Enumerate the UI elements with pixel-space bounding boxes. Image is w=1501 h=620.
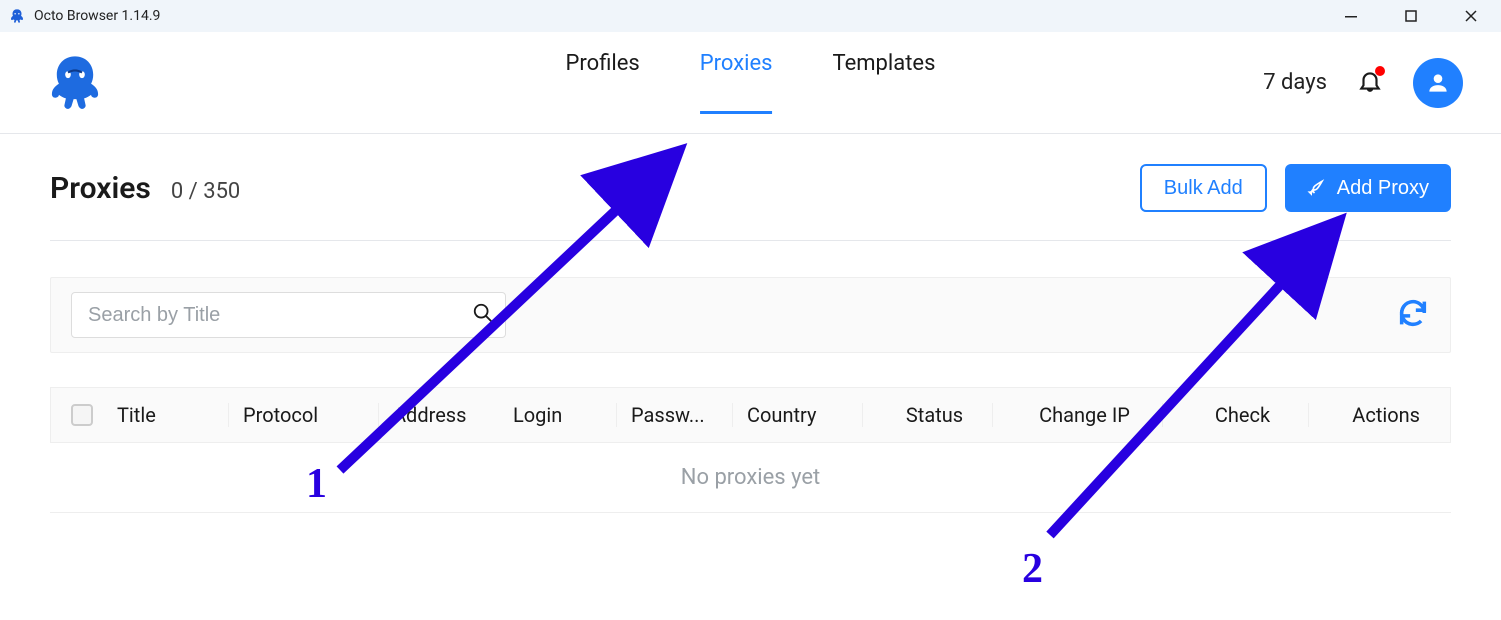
refresh-button[interactable] (1396, 296, 1430, 334)
nav-tab-profiles[interactable]: Profiles (566, 51, 640, 114)
bulk-add-label: Bulk Add (1164, 177, 1243, 200)
annotation-arrow-1 (320, 130, 700, 490)
column-header-title[interactable]: Title (117, 403, 229, 427)
window-maximize-button[interactable] (1381, 0, 1441, 32)
app-logo (40, 48, 110, 118)
annotation-label-2: 2 (1022, 545, 1043, 593)
add-proxy-label: Add Proxy (1337, 177, 1429, 200)
main-nav: Profiles Proxies Templates (566, 51, 936, 114)
nav-tab-templates[interactable]: Templates (833, 51, 936, 114)
person-icon (1425, 70, 1451, 96)
page-title: Proxies (50, 171, 151, 206)
column-header-status[interactable]: Status (863, 403, 993, 427)
window-titlebar: Octo Browser 1.14.9 (0, 0, 1501, 32)
user-avatar-button[interactable] (1413, 58, 1463, 108)
refresh-icon (1396, 296, 1430, 330)
notification-dot-icon (1375, 66, 1385, 76)
notifications-button[interactable] (1357, 68, 1383, 98)
app-icon (8, 7, 26, 25)
annotation-arrow-2 (1030, 205, 1360, 555)
app-header: Profiles Proxies Templates 7 days (0, 32, 1501, 134)
nav-tab-proxies[interactable]: Proxies (700, 51, 773, 114)
annotation-label-1: 1 (306, 460, 327, 508)
window-close-button[interactable] (1441, 0, 1501, 32)
proxy-count: 0 / 350 (171, 179, 240, 204)
days-remaining: 7 days (1263, 70, 1327, 95)
window-title: Octo Browser 1.14.9 (34, 8, 160, 24)
column-header-country[interactable]: Country (733, 403, 863, 427)
select-all-checkbox[interactable] (71, 404, 93, 426)
rocket-icon (1307, 178, 1327, 198)
window-minimize-button[interactable] (1321, 0, 1381, 32)
